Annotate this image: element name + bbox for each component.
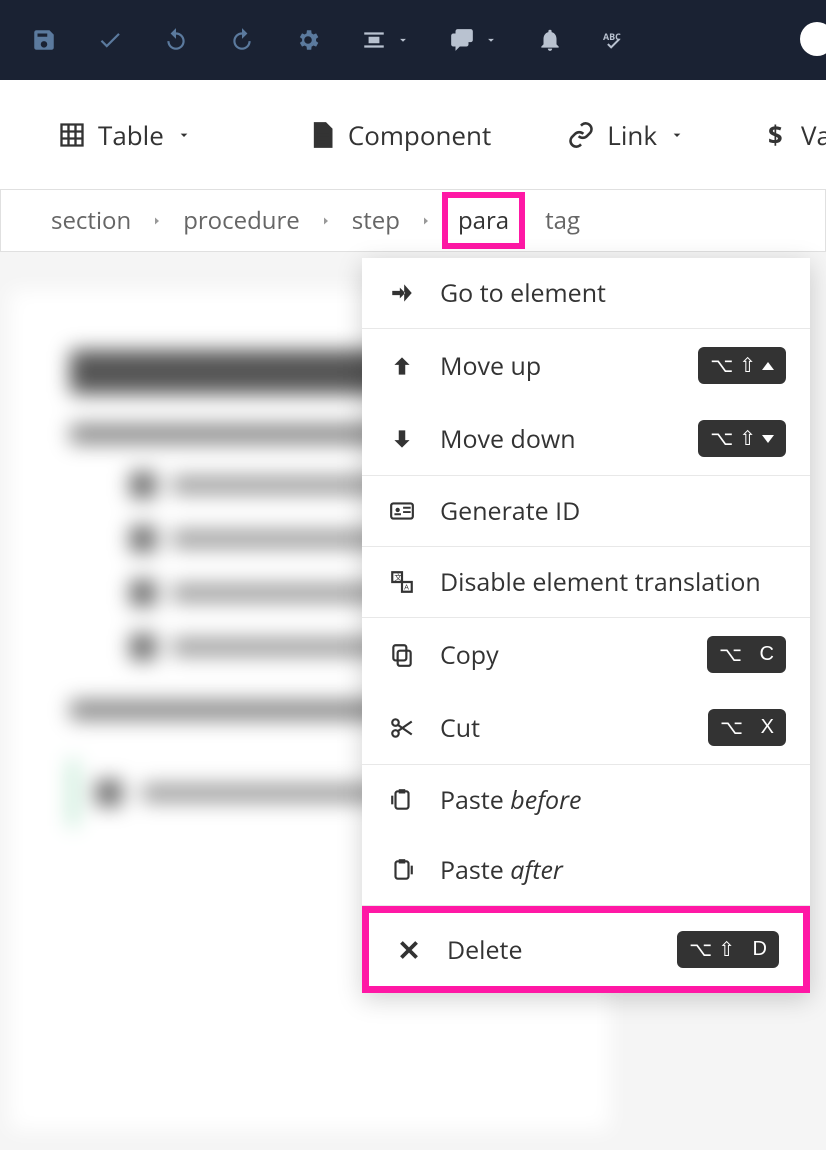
svg-text:文: 文 [394, 572, 402, 583]
comments-dropdown[interactable] [448, 26, 498, 54]
component-label: Component [348, 117, 491, 153]
notifications-bell-icon[interactable] [536, 26, 564, 54]
menu-move-down[interactable]: Move down ⌥⇧ [362, 402, 810, 475]
svg-text:A: A [404, 583, 409, 593]
menu-label: Delete [447, 933, 655, 967]
shortcut-badge: ⌥ X [708, 709, 786, 746]
menu-label: Paste before [440, 783, 786, 817]
caret-right-icon [151, 215, 163, 227]
menu-label: Cut [440, 711, 686, 745]
crumb-para-highlighted[interactable]: para [442, 192, 525, 249]
menu-move-up[interactable]: Move up ⌥⇧ [362, 329, 810, 402]
crumb-section[interactable]: section [41, 198, 141, 243]
save-icon[interactable] [30, 26, 58, 54]
table-icon [58, 121, 86, 149]
arrow-right-icon [386, 280, 418, 306]
menu-label: Disable element translation [440, 565, 786, 599]
settings-gear-icon[interactable] [294, 26, 322, 54]
layout-icon [360, 26, 388, 54]
shortcut-badge: ⌥ C [707, 636, 786, 673]
menu-generate-id[interactable]: Generate ID [362, 476, 810, 546]
menu-label: Paste after [440, 853, 786, 887]
check-icon[interactable] [96, 26, 124, 54]
delete-highlight: Delete ⌥⇧ D [362, 906, 810, 993]
link-label: Link [607, 117, 657, 153]
context-menu: Go to element Move up ⌥⇧ Move down ⌥⇧ [362, 258, 810, 993]
document-icon [308, 121, 336, 149]
breadcrumb: section procedure step para tag [0, 190, 826, 252]
spellcheck-icon[interactable]: ABC [602, 26, 630, 54]
menu-label: Copy [440, 638, 685, 672]
link-button[interactable]: Link [549, 107, 703, 163]
menu-label: Generate ID [440, 494, 786, 528]
translation-icon: 文A [386, 569, 418, 595]
layout-dropdown[interactable] [360, 26, 410, 54]
crumb-procedure[interactable]: procedure [173, 198, 310, 243]
shortcut-badge: ⌥⇧ [698, 347, 786, 384]
crumb-tag[interactable]: tag [535, 198, 590, 243]
menu-disable-translation[interactable]: 文A Disable element translation [362, 547, 810, 617]
menu-label: Go to element [440, 276, 786, 310]
caret-right-icon [320, 215, 332, 227]
link-icon [567, 121, 595, 149]
id-card-icon [386, 498, 418, 524]
arrow-down-icon [386, 426, 418, 452]
menu-label: Move up [440, 349, 676, 383]
menu-go-to-element[interactable]: Go to element [362, 258, 810, 328]
svg-text:$: $ [768, 121, 783, 149]
dollar-icon: $ [761, 121, 789, 149]
table-button[interactable]: Table [40, 107, 210, 163]
crumb-step[interactable]: step [342, 198, 410, 243]
top-toolbar: ABC [0, 0, 826, 80]
caret-right-icon [420, 215, 432, 227]
component-button[interactable]: Component [290, 107, 509, 163]
variable-button[interactable]: $ Variable [743, 107, 826, 163]
menu-copy[interactable]: Copy ⌥ C [362, 618, 810, 691]
shortcut-badge: ⌥⇧ [698, 420, 786, 457]
comments-icon [448, 26, 476, 54]
paste-before-icon [386, 787, 418, 813]
redo-icon[interactable] [228, 26, 256, 54]
chevron-down-icon [396, 33, 410, 47]
menu-label: Move down [440, 422, 676, 456]
chevron-down-icon [669, 127, 685, 143]
shortcut-badge: ⌥⇧ D [677, 931, 779, 968]
table-label: Table [98, 117, 164, 153]
menu-delete[interactable]: Delete ⌥⇧ D [369, 913, 803, 986]
menu-cut[interactable]: Cut ⌥ X [362, 691, 810, 764]
arrow-up-icon [386, 353, 418, 379]
secondary-toolbar: Table Component Link $ Variable [0, 80, 826, 190]
copy-icon [386, 642, 418, 668]
menu-paste-before[interactable]: Paste before [362, 765, 810, 835]
close-x-icon [393, 937, 425, 963]
toggle-pill[interactable] [800, 22, 826, 56]
scissors-icon [386, 715, 418, 741]
chevron-down-icon [176, 127, 192, 143]
paste-after-icon [386, 857, 418, 883]
undo-icon[interactable] [162, 26, 190, 54]
menu-paste-after[interactable]: Paste after [362, 835, 810, 905]
variable-label: Variable [801, 117, 826, 153]
chevron-down-icon [484, 33, 498, 47]
